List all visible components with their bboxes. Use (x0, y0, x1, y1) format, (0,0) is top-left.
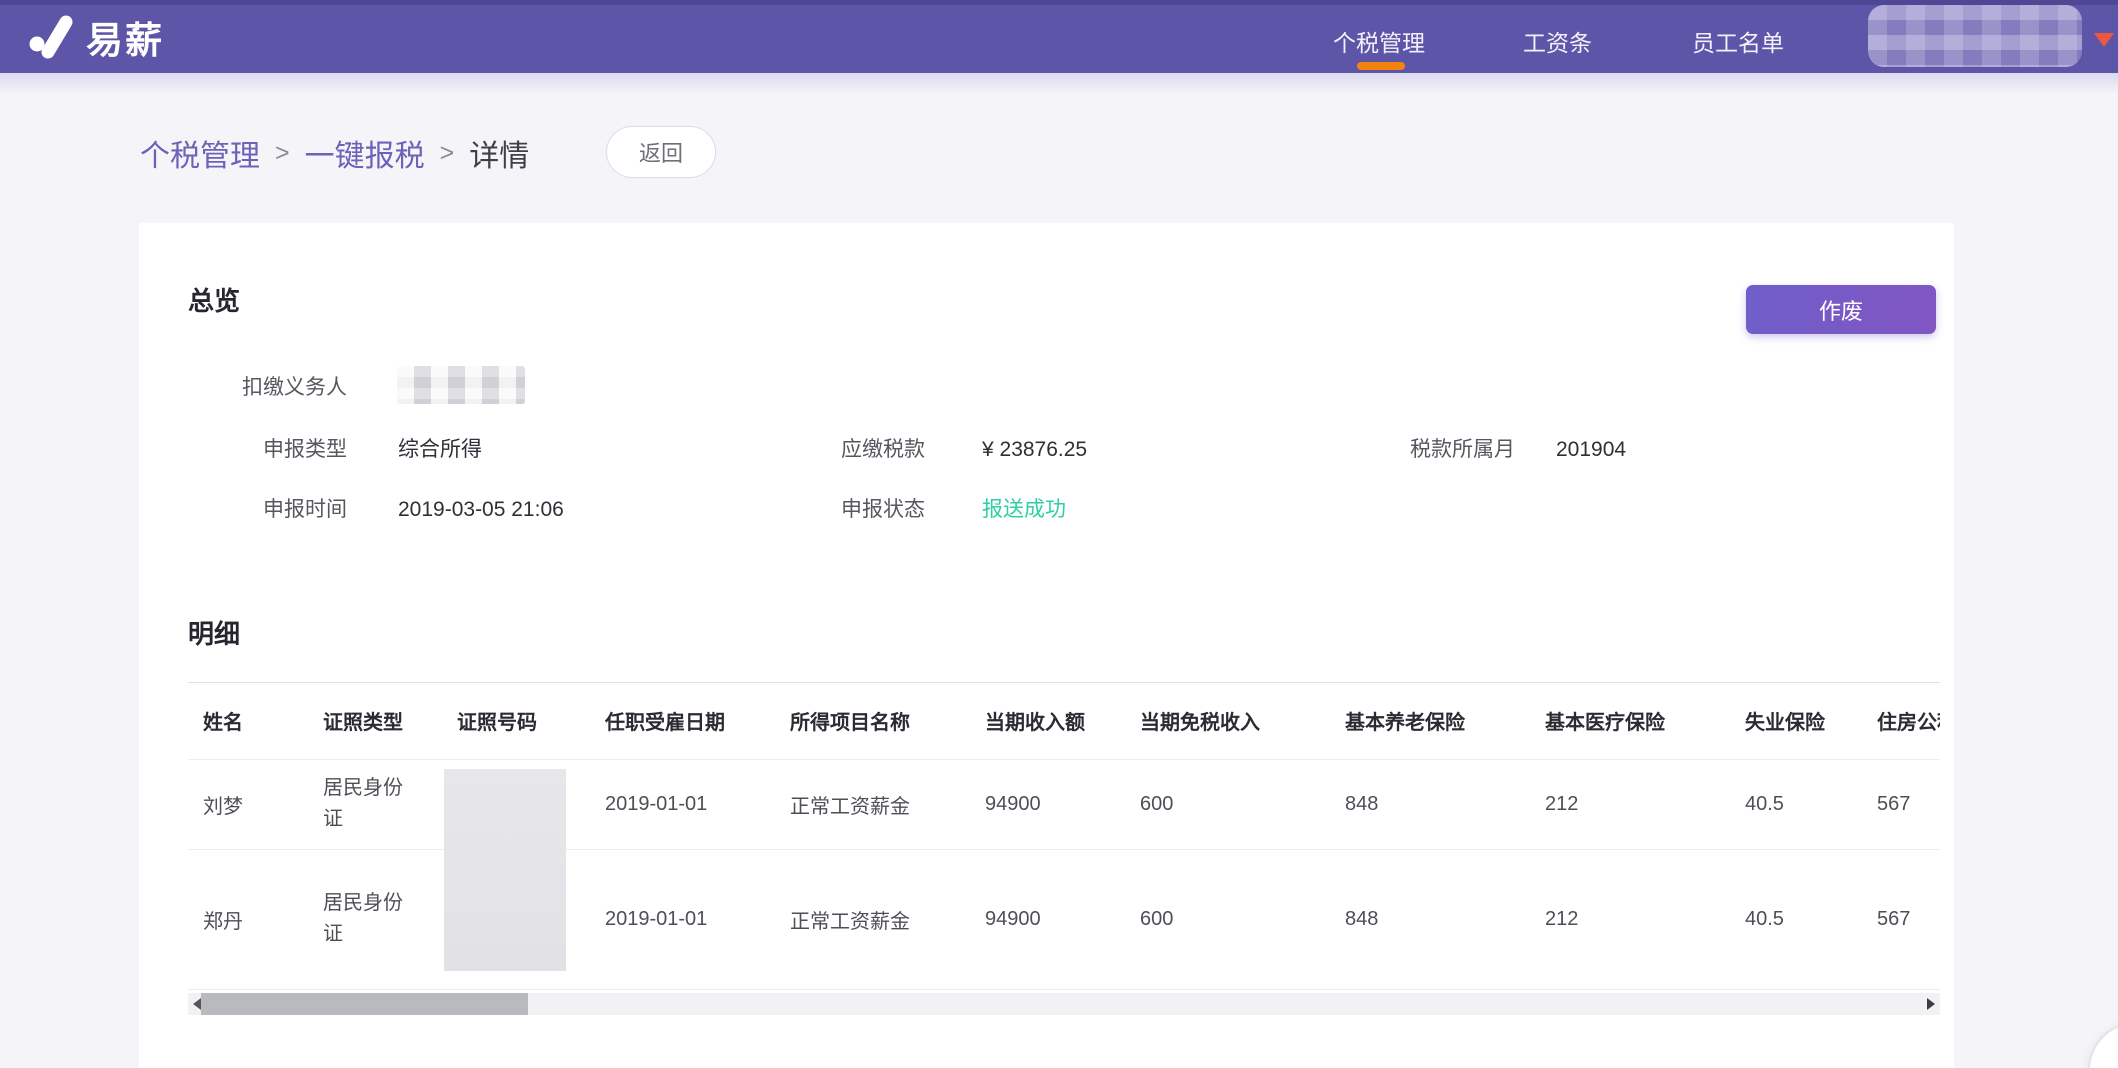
declare-status-value: 报送成功 (982, 493, 1066, 527)
declare-type-label: 申报类型 (139, 433, 347, 467)
declare-type-value: 综合所得 (398, 433, 482, 467)
col-header-medical: 基本医疗保险 (1545, 683, 1745, 759)
user-dropdown-caret-icon[interactable] (2094, 33, 2114, 47)
declare-time-label: 申报时间 (139, 493, 347, 527)
back-button[interactable]: 返回 (606, 126, 716, 178)
cell-medical: 212 (1545, 849, 1745, 989)
col-header-id-type: 证照类型 (323, 683, 457, 759)
col-header-hire-date: 任职受雇日期 (605, 683, 790, 759)
col-header-name: 姓名 (188, 683, 323, 759)
cell-name: 刘梦 (188, 759, 323, 849)
cell-income-item: 正常工资薪金 (790, 759, 985, 849)
cell-id-type: 居民身份证 (323, 849, 457, 989)
cell-name: 郑丹 (188, 849, 323, 989)
cell-id-type: 居民身份证 (323, 759, 457, 849)
logo-text: 易薪 (86, 10, 164, 64)
floating-helper-button[interactable] (2088, 1022, 2118, 1068)
detail-card: 总览 作废 扣缴义务人 申报类型 综合所得 应缴税款 ¥ 23876.25 税款… (139, 223, 1954, 1068)
id-number-redaction-block (444, 769, 566, 971)
cell-pension: 848 (1345, 759, 1545, 849)
breadcrumb: 个税管理 > 一键报税 > 详情 (140, 131, 529, 175)
cell-pension: 848 (1345, 849, 1545, 989)
col-header-unemployment: 失业保险 (1745, 683, 1877, 759)
app-logo[interactable]: 易薪 (26, 10, 164, 64)
cell-tax-free-income: 600 (1140, 849, 1345, 989)
cell-unemployment: 40.5 (1745, 759, 1877, 849)
col-header-id-number: 证照号码 (457, 683, 605, 759)
cell-current-income: 94900 (985, 849, 1140, 989)
cell-hire-date: 2019-01-01 (605, 759, 790, 849)
cell-housing-fund: 567 (1877, 849, 1940, 989)
nav-tab-employee-list[interactable]: 员工名单 (1692, 24, 1784, 58)
cell-current-income: 94900 (985, 759, 1140, 849)
breadcrumb-one-click-filing[interactable]: 一键报税 (305, 131, 425, 175)
tax-due-value: ¥ 23876.25 (982, 433, 1087, 467)
breadcrumb-separator: > (275, 139, 290, 168)
void-button[interactable]: 作废 (1746, 285, 1936, 334)
header-top-strip (0, 0, 2118, 5)
breadcrumb-current-detail: 详情 (469, 131, 529, 175)
app-header: 易薪 个税管理 工资条 员工名单 (0, 0, 2118, 73)
tax-due-label: 应缴税款 (717, 433, 925, 467)
header-shadow (0, 73, 2118, 95)
overview-section-title: 总览 (188, 281, 240, 318)
tax-month-value: 201904 (1556, 433, 1626, 467)
tax-month-label: 税款所属月 (1307, 433, 1515, 467)
page: 易薪 个税管理 工资条 员工名单 个税管理 > 一键报税 > 详情 返回 总览 … (0, 0, 2118, 1068)
logo-checkmark-icon (26, 11, 78, 63)
scroll-right-arrow-icon[interactable] (1927, 998, 1935, 1010)
cell-medical: 212 (1545, 759, 1745, 849)
cell-hire-date: 2019-01-01 (605, 849, 790, 989)
breadcrumb-tax-management[interactable]: 个税管理 (140, 131, 260, 175)
col-header-current-income: 当期收入额 (985, 683, 1140, 759)
scroll-left-arrow-icon[interactable] (193, 998, 201, 1010)
horizontal-scrollbar[interactable] (188, 993, 1940, 1015)
declare-status-label: 申报状态 (717, 493, 925, 527)
withholding-agent-value-redacted (397, 366, 525, 404)
cell-housing-fund: 567 (1877, 759, 1940, 849)
col-header-housing-fund: 住房公积金 (1877, 683, 1940, 759)
cell-income-item: 正常工资薪金 (790, 849, 985, 989)
declare-time-value: 2019-03-05 21:06 (398, 493, 564, 527)
scrollbar-thumb[interactable] (201, 993, 528, 1015)
col-header-income-item: 所得项目名称 (790, 683, 985, 759)
cell-unemployment: 40.5 (1745, 849, 1877, 989)
detail-table: 姓名 证照类型 证照号码 任职受雇日期 所得项目名称 当期收入额 当期免税收入 … (188, 682, 1940, 1022)
col-header-tax-free-income: 当期免税收入 (1140, 683, 1345, 759)
withholding-agent-label: 扣缴义务人 (139, 371, 347, 405)
table-header-row: 姓名 证照类型 证照号码 任职受雇日期 所得项目名称 当期收入额 当期免税收入 … (188, 683, 1940, 759)
cell-tax-free-income: 600 (1140, 759, 1345, 849)
nav-tab-tax-management[interactable]: 个税管理 (1333, 24, 1425, 58)
col-header-pension: 基本养老保险 (1345, 683, 1545, 759)
user-account-redacted[interactable] (1868, 5, 2082, 67)
breadcrumb-separator: > (440, 139, 455, 168)
detail-section-title: 明细 (188, 614, 240, 651)
nav-tab-payslip[interactable]: 工资条 (1523, 24, 1592, 58)
active-tab-indicator (1357, 62, 1405, 70)
